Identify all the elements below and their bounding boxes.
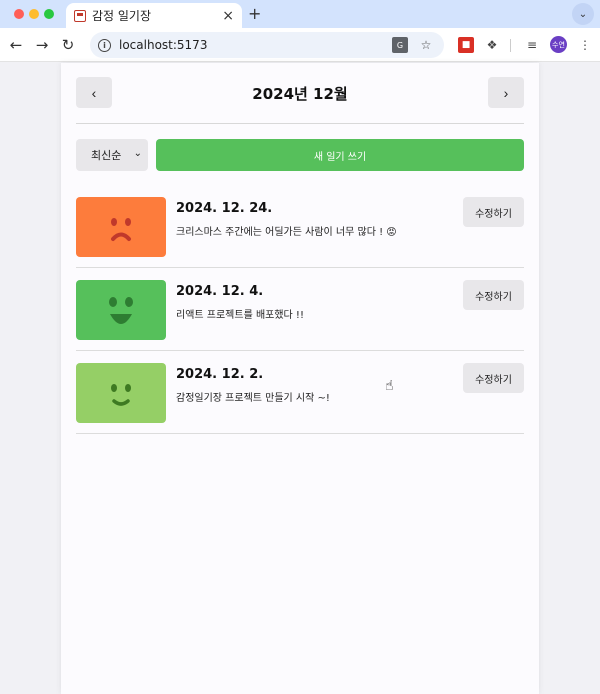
diary-item[interactable]: 2024. 12. 4. 리액트 프로젝트를 배포했다 !! 수정하기 (76, 268, 524, 351)
sort-selected-value: 최신순 (91, 149, 122, 162)
profile-avatar[interactable]: 수연 (550, 36, 567, 53)
bookmark-star-icon[interactable]: ☆ (418, 37, 434, 53)
diary-date[interactable]: 2024. 12. 24. (176, 201, 272, 216)
calendar-favicon-icon (74, 9, 86, 22)
back-arrow-icon[interactable]: ← (6, 35, 26, 55)
maximize-window-button[interactable] (44, 9, 54, 19)
frown-face-icon (111, 218, 131, 241)
minimize-window-button[interactable] (29, 9, 39, 19)
big-smile-face-icon (109, 297, 133, 324)
diary-item[interactable]: 2024. 12. 24. 크리스마스 주간에는 어딜가든 사람이 너무 많다 … (76, 185, 524, 268)
browser-tab[interactable]: 감정 일기장 × (66, 3, 242, 28)
emotion-image[interactable] (76, 363, 166, 423)
hand-pointer-cursor-icon: ☝ (385, 378, 394, 394)
translate-icon[interactable]: G (392, 37, 408, 53)
diary-content[interactable]: 크리스마스 주간에는 어딜가든 사람이 너무 많다 ! 😡 (176, 223, 397, 238)
site-info-icon[interactable]: i (98, 38, 111, 52)
kebab-menu-icon[interactable]: ⋮ (577, 37, 593, 53)
diary-item[interactable]: 2024. 12. 2. 감정일기장 프로젝트 만들기 시작 ~! 수정하기 (76, 351, 524, 434)
media-queue-icon[interactable]: ≡ (524, 37, 540, 53)
new-tab-button[interactable]: + (248, 4, 261, 23)
diary-date[interactable]: 2024. 12. 2. (176, 367, 263, 382)
month-header: ‹ 2024년 12월 › (76, 77, 524, 109)
url-text[interactable]: localhost:5173 (119, 38, 392, 52)
reload-icon[interactable]: ↻ (58, 35, 78, 55)
emotion-image[interactable] (76, 280, 166, 340)
close-window-button[interactable] (14, 9, 24, 19)
chevron-down-icon: ⌄ (133, 148, 142, 159)
edit-button[interactable]: 수정하기 (463, 363, 524, 393)
extension-icon[interactable]: ■ (458, 37, 474, 53)
page-viewport: ‹ 2024년 12월 › 최신순 ⌄ 새 일기 쓰기 2024. 12. 24… (0, 63, 600, 694)
month-title: 2024년 12월 (252, 85, 348, 103)
diary-content[interactable]: 리액트 프로젝트를 배포했다 !! (176, 306, 304, 321)
smile-face-icon (111, 384, 131, 406)
browser-tab-bar: 감정 일기장 × + ⌄ (0, 0, 600, 28)
toolbar-divider (510, 39, 511, 52)
next-month-button[interactable]: › (488, 77, 524, 108)
tab-title: 감정 일기장 (92, 9, 152, 23)
header-divider (76, 123, 524, 124)
forward-arrow-icon[interactable]: → (32, 35, 52, 55)
diary-content[interactable]: 감정일기장 프로젝트 만들기 시작 ~! (176, 389, 330, 404)
edit-button[interactable]: 수정하기 (463, 197, 524, 227)
extensions-puzzle-icon[interactable]: ❖ (484, 37, 500, 53)
emotion-image[interactable] (76, 197, 166, 257)
edit-button[interactable]: 수정하기 (463, 280, 524, 310)
tab-search-chevron-icon[interactable]: ⌄ (572, 3, 594, 25)
diary-date[interactable]: 2024. 12. 4. (176, 284, 263, 299)
diary-app: ‹ 2024년 12월 › 최신순 ⌄ 새 일기 쓰기 2024. 12. 24… (61, 63, 539, 694)
tab-close-icon[interactable]: × (222, 9, 234, 23)
browser-toolbar: ← → ↻ i localhost:5173 G ☆ ■ ❖ ≡ 수연 ⋮ (0, 28, 600, 62)
sort-select[interactable]: 최신순 ⌄ (76, 139, 148, 171)
new-diary-button[interactable]: 새 일기 쓰기 (156, 139, 524, 171)
diary-list: 2024. 12. 24. 크리스마스 주간에는 어딜가든 사람이 너무 많다 … (76, 185, 524, 434)
prev-month-button[interactable]: ‹ (76, 77, 112, 108)
address-bar[interactable]: i localhost:5173 G ☆ (90, 32, 444, 58)
menu-bar: 최신순 ⌄ 새 일기 쓰기 (76, 139, 524, 171)
